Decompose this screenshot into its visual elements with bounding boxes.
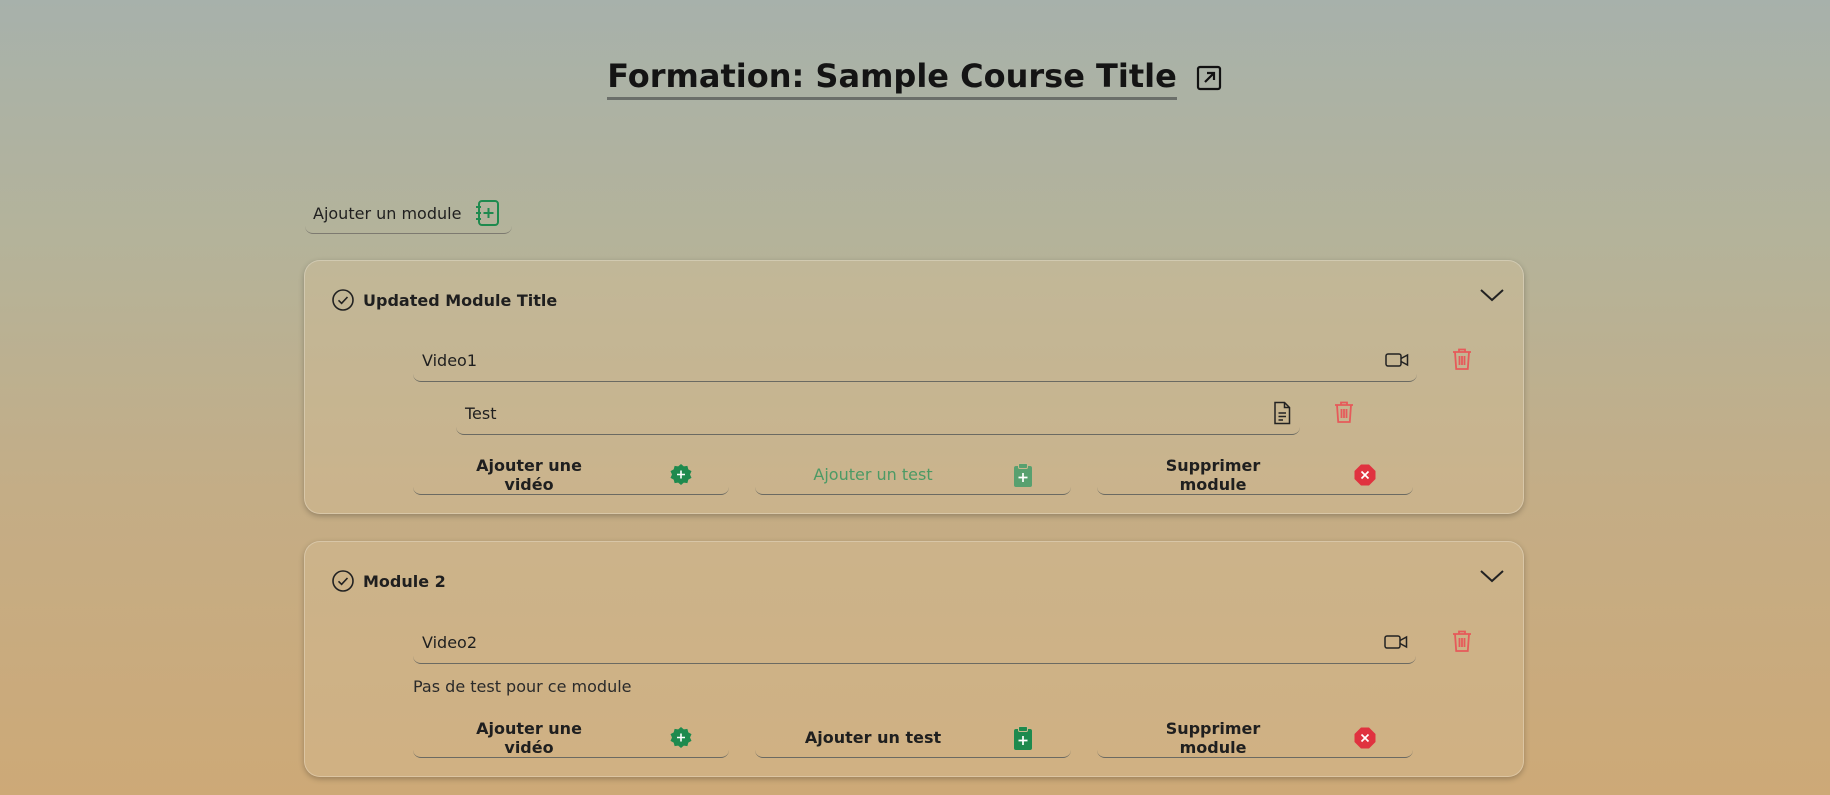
check-circle-icon <box>331 288 355 312</box>
chevron-down-icon[interactable] <box>1479 568 1505 584</box>
chevron-down-icon[interactable] <box>1479 287 1505 303</box>
module-card: Updated Module Title Video1 Test Ajouter… <box>304 260 1524 514</box>
add-notebook-icon <box>475 199 501 227</box>
check-circle-icon <box>331 569 355 593</box>
close-octagon-icon <box>1353 463 1377 487</box>
add-test-button[interactable]: Ajouter un test <box>755 718 1071 758</box>
add-video-button[interactable]: Ajouter une vidéo <box>413 455 729 495</box>
module-header[interactable]: Updated Module Title <box>331 288 557 312</box>
document-icon <box>1272 401 1292 425</box>
page-header: Formation: Sample Course Title <box>0 56 1830 100</box>
add-video-label: Ajouter une vidéo <box>476 455 582 494</box>
add-module-label: Ajouter un module <box>313 203 462 223</box>
clipboard-add-icon <box>1013 462 1033 488</box>
delete-test-button[interactable] <box>1333 400 1355 424</box>
add-test-button[interactable]: Ajouter un test <box>755 455 1071 495</box>
delete-module-button[interactable]: Supprimer module <box>1097 718 1413 758</box>
clipboard-add-icon <box>1013 725 1033 751</box>
add-test-label: Ajouter un test <box>813 465 933 484</box>
add-test-label: Ajouter un test <box>804 728 942 747</box>
test-item[interactable]: Test <box>456 392 1300 435</box>
close-octagon-icon <box>1353 726 1377 750</box>
add-badge-icon <box>669 463 693 487</box>
module-title: Updated Module Title <box>363 290 558 310</box>
test-title: Test <box>465 403 497 423</box>
delete-video-button[interactable] <box>1451 629 1473 653</box>
delete-module-label: Supprimer module <box>1165 455 1261 494</box>
module-title: Module 2 <box>363 571 446 591</box>
add-video-button[interactable]: Ajouter une vidéo <box>413 718 729 758</box>
external-link-icon[interactable] <box>1195 64 1223 92</box>
video-camera-icon <box>1384 634 1408 650</box>
module-card: Module 2 Video2 Pas de test pour ce modu… <box>304 541 1524 777</box>
add-video-label: Ajouter une vidéo <box>476 718 582 757</box>
no-test-message: Pas de test pour ce module <box>413 677 632 696</box>
page-title: Formation: Sample Course Title <box>607 56 1177 100</box>
video-item[interactable]: Video2 <box>413 621 1416 664</box>
video-title: Video2 <box>422 632 478 652</box>
video-item[interactable]: Video1 <box>413 339 1417 382</box>
video-title: Video1 <box>422 350 478 370</box>
add-module-button[interactable]: Ajouter un module <box>305 193 512 234</box>
delete-module-button[interactable]: Supprimer module <box>1097 455 1413 495</box>
delete-video-button[interactable] <box>1451 347 1473 371</box>
module-header[interactable]: Module 2 <box>331 569 446 593</box>
delete-module-label: Supprimer module <box>1165 718 1261 757</box>
add-badge-icon <box>669 726 693 750</box>
video-camera-icon <box>1385 352 1409 368</box>
